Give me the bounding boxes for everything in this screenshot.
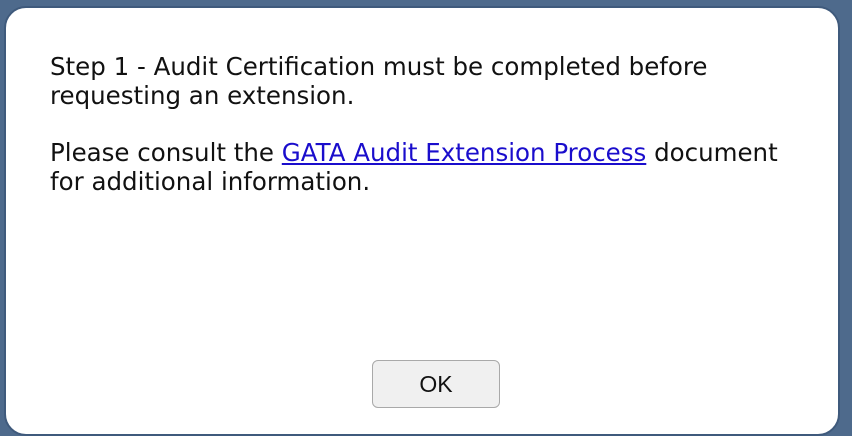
dialog-message: Step 1 - Audit Certification must be com… (50, 52, 810, 224)
consult-prefix: Please consult the (50, 138, 282, 167)
ok-button[interactable]: OK (372, 360, 500, 408)
gata-audit-extension-process-link[interactable]: GATA Audit Extension Process (282, 138, 647, 167)
alert-dialog: Step 1 - Audit Certification must be com… (4, 6, 840, 436)
certification-message: Step 1 - Audit Certification must be com… (50, 52, 708, 110)
consult-message: Please consult the GATA Audit Extension … (50, 138, 810, 196)
